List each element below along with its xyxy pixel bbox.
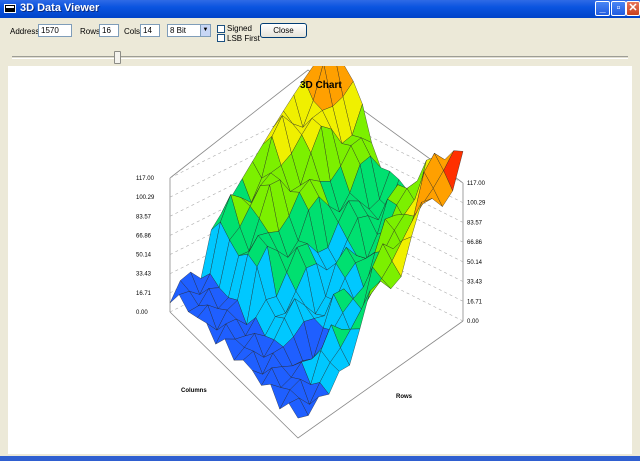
lsb-first-checkbox[interactable] — [217, 34, 225, 42]
z-tick-label: 16.71 — [467, 299, 483, 305]
z-tick-label: 100.29 — [136, 195, 155, 201]
z-tick-label: 66.86 — [467, 240, 483, 246]
chart-title: 3D Chart — [300, 80, 342, 91]
z-tick-label: 83.57 — [136, 214, 152, 220]
z-ticks-left: 117.00 100.29 83.57 66.86 50.14 33.43 16.71 0.0… — [136, 176, 155, 316]
bit-width-value: 8 Bit — [170, 26, 187, 35]
bit-width-select[interactable]: 8 Bit ▼ — [167, 24, 211, 37]
z-tick-label: 33.43 — [136, 272, 152, 278]
3d-chart: 3D Chart Columns Rows 117.00 100.29 83.57 6… — [136, 36, 486, 439]
z-tick-label: 0.00 — [467, 319, 479, 325]
lsb-first-label: LSB First — [227, 34, 260, 43]
z-tick-label: 50.14 — [467, 260, 483, 266]
maximize-icon[interactable]: ▫ — [611, 1, 626, 16]
columns-axis-label: Columns — [181, 388, 207, 394]
title-bar: 3D Data Viewer _ ▫ ✕ — [0, 0, 640, 18]
address-field[interactable]: 1570 — [38, 24, 72, 37]
z-tick-label: 50.14 — [136, 253, 152, 259]
rows-axis-label: Rows — [396, 394, 413, 400]
address-label: Address — [10, 27, 40, 36]
surface-mesh — [169, 36, 464, 419]
chevron-down-icon[interactable]: ▼ — [200, 25, 210, 36]
app-icon — [4, 4, 16, 13]
cols-field[interactable]: 14 — [140, 24, 160, 37]
address-slider-thumb[interactable] — [113, 51, 121, 64]
minimize-icon[interactable]: _ — [595, 1, 610, 16]
z-tick-label: 117.00 — [136, 176, 155, 182]
z-tick-label: 0.00 — [136, 310, 148, 316]
rows-label: Rows — [80, 27, 101, 36]
chart-panel: 3D Chart Columns Rows 117.00 100.29 83.57 6… — [8, 36, 632, 454]
z-tick-label: 66.86 — [136, 233, 152, 239]
z-tick-label: 83.57 — [467, 220, 483, 226]
status-strip — [0, 456, 640, 461]
z-ticks-right: 117.00 100.29 83.57 66.86 50.14 33.43 16.71 0.0… — [467, 181, 486, 325]
z-tick-label: 100.29 — [467, 201, 486, 207]
cols-label: Cols — [124, 27, 141, 36]
signed-checkbox[interactable] — [217, 25, 225, 33]
z-tick-label: 16.71 — [136, 291, 152, 297]
close-icon[interactable]: ✕ — [626, 1, 640, 16]
z-tick-label: 33.43 — [467, 280, 483, 286]
z-tick-label: 117.00 — [467, 181, 486, 187]
close-button[interactable]: Close — [260, 23, 307, 38]
window-title: 3D Data Viewer — [20, 2, 100, 14]
address-slider-track[interactable] — [12, 56, 628, 59]
rows-field[interactable]: 16 — [99, 24, 119, 37]
